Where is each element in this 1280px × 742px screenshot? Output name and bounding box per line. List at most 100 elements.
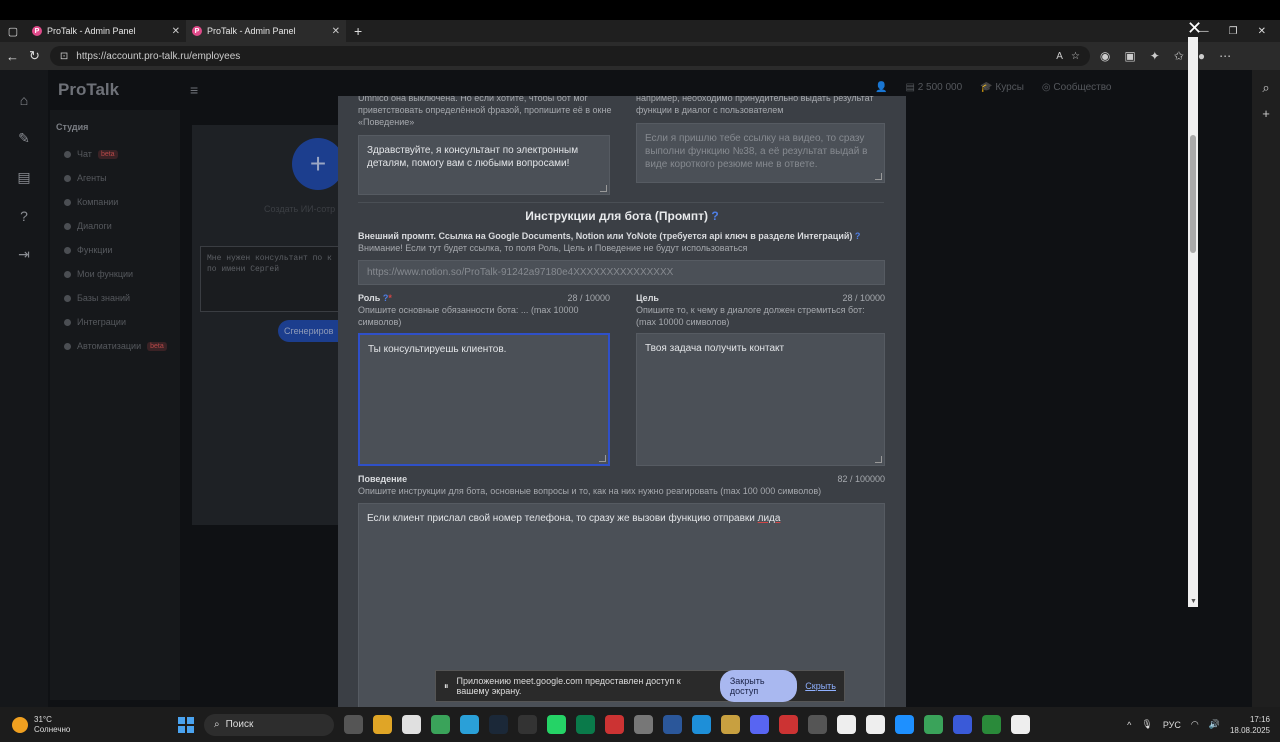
menu-icon[interactable]: ≡ [190, 82, 198, 98]
wifi-icon[interactable]: ◠ [1191, 719, 1199, 730]
notion-icon[interactable] [866, 715, 885, 734]
extensions-icon[interactable]: ✦ [1150, 49, 1160, 63]
favorites-icon[interactable]: ✩ [1174, 49, 1184, 63]
home-icon[interactable]: ⌂ [0, 92, 48, 108]
behavior-counter: 82 / 100000 [837, 474, 885, 484]
logout-icon[interactable]: ⇥ [0, 246, 48, 263]
sidebar-item-my-functions[interactable]: Мои функции [50, 262, 180, 286]
sidebar-item-chat[interactable]: Чат beta [50, 142, 180, 166]
app-icon[interactable] [721, 715, 740, 734]
windows-start-icon[interactable] [178, 716, 194, 733]
external-prompt-input[interactable]: https://www.notion.so/ProTalk-91242a9718… [358, 260, 885, 285]
chrome-icon[interactable] [431, 715, 450, 734]
scrollbar-thumb[interactable] [1190, 135, 1196, 253]
taskbar-apps [344, 715, 1030, 734]
hide-link[interactable]: Скрыть [805, 681, 836, 691]
scroll-down-icon[interactable]: ▼ [1190, 598, 1197, 605]
help-icon[interactable]: ? [711, 209, 718, 223]
sidebar-item-knowledge[interactable]: Базы знаний [50, 286, 180, 310]
app-icon[interactable] [576, 715, 595, 734]
app-icon[interactable] [895, 715, 914, 734]
sidebar-item-agents[interactable]: Агенты [50, 166, 180, 190]
courses-link[interactable]: 🎓 Курсы [980, 82, 1024, 93]
help-icon[interactable]: ? [0, 208, 48, 224]
browser-tab-1[interactable]: P ProTalk - Admin Panel ✕ [26, 20, 186, 42]
goal-counter: 28 / 10000 [842, 293, 885, 303]
telegram-icon[interactable] [460, 715, 479, 734]
url-field[interactable]: ⊡ https://account.pro-talk.ru/employees … [49, 46, 1090, 66]
calculator-icon[interactable] [518, 715, 537, 734]
app-icon[interactable] [634, 715, 653, 734]
sidebar-item-label: Диалоги [77, 221, 112, 231]
browser-tab-2[interactable]: P ProTalk - Admin Panel ✕ [186, 20, 346, 42]
app-icon[interactable] [779, 715, 798, 734]
generate-button[interactable]: Сгенериров [278, 320, 342, 342]
mic-icon[interactable]: 🎙 [1141, 719, 1152, 730]
clock[interactable]: 17:16 18.08.2025 [1230, 714, 1270, 736]
sidebar-item-companies[interactable]: Компании [50, 190, 180, 214]
add-icon[interactable]: + [1252, 106, 1280, 121]
yandex-icon[interactable] [402, 715, 421, 734]
greeting-textarea[interactable]: Здравствуйте, я консультант по электронн… [358, 135, 610, 195]
modal-scrollbar[interactable]: ▼ [1188, 37, 1198, 607]
refresh-icon[interactable]: ↻ [29, 48, 40, 64]
opera-icon[interactable] [605, 715, 624, 734]
volume-icon[interactable]: 🔊 [1209, 719, 1220, 730]
address-bar: ← ↻ ⊡ https://account.pro-talk.ru/employ… [0, 42, 1280, 70]
my-functions-icon [64, 270, 71, 278]
new-tab-icon[interactable]: + [346, 23, 370, 39]
close-tab-icon[interactable]: ✕ [172, 26, 180, 37]
edge-icon[interactable] [692, 715, 711, 734]
library-icon[interactable]: ▤ [0, 169, 48, 186]
xbox-icon[interactable] [982, 715, 1001, 734]
more-icon[interactable]: ⋯ [1219, 49, 1231, 63]
taskbar-search[interactable]: ⌕ Поиск [204, 713, 334, 736]
extension-icon[interactable]: ◉ [1100, 49, 1110, 63]
tab-title: ProTalk - Admin Panel [207, 26, 296, 36]
language-indicator[interactable]: РУС [1163, 720, 1181, 730]
nvidia-icon[interactable] [924, 715, 943, 734]
chart-app-icon[interactable] [953, 715, 972, 734]
back-icon[interactable]: ← [6, 49, 19, 64]
maximize-icon[interactable]: ❐ [1229, 26, 1238, 37]
role-textarea[interactable]: Ты консультируешь клиентов. [358, 333, 610, 466]
close-tab-icon[interactable]: ✕ [332, 26, 340, 37]
capcut-icon[interactable] [837, 715, 856, 734]
discord-icon[interactable] [750, 715, 769, 734]
search-label: Поиск [225, 719, 254, 730]
search-icon[interactable]: ⌕ [1252, 80, 1280, 96]
explorer-icon[interactable] [373, 715, 392, 734]
favorite-icon[interactable]: ☆ [1071, 51, 1080, 62]
users-icon[interactable]: 👤 [875, 82, 887, 93]
edit-icon[interactable]: ✎ [0, 130, 48, 147]
site-info-icon[interactable]: ⊡ [60, 51, 68, 62]
stop-sharing-button[interactable]: Закрыть доступ [719, 670, 798, 702]
create-agent-plus-icon[interactable]: + [292, 138, 344, 190]
whatsapp-icon[interactable] [547, 715, 566, 734]
close-modal-icon[interactable]: ✕ [1187, 18, 1202, 39]
protalk-favicon-icon: P [32, 26, 42, 36]
community-link[interactable]: ◎ Сообщество [1042, 82, 1112, 93]
capcut-icon[interactable] [1011, 715, 1030, 734]
function-textarea[interactable]: Если я пришлю тебе ссылку на видео, то с… [636, 123, 885, 183]
profile-icon[interactable]: ● [1198, 49, 1205, 63]
help-icon[interactable]: ? [855, 231, 861, 241]
collections-icon[interactable]: ▣ [1124, 49, 1135, 63]
steam-icon[interactable] [489, 715, 508, 734]
beta-badge: beta [147, 341, 167, 351]
read-aloud-icon[interactable]: A [1056, 51, 1063, 62]
share-text: Приложению meet.google.com предоставлен … [456, 676, 681, 696]
word-icon[interactable] [663, 715, 682, 734]
close-window-icon[interactable]: ✕ [1258, 26, 1266, 37]
sidebar-item-dialogs[interactable]: Диалоги [50, 214, 180, 238]
task-view-icon[interactable] [344, 715, 363, 734]
sidebar-item-automations[interactable]: Автоматизации beta [50, 334, 180, 358]
sidebar-item-label: Базы знаний [77, 293, 131, 303]
chevron-up-icon[interactable]: ^ [1127, 720, 1131, 730]
tab-actions-icon[interactable]: ▢ [0, 20, 26, 42]
app-icon[interactable] [808, 715, 827, 734]
sidebar-item-integrations[interactable]: Интеграции [50, 310, 180, 334]
goal-textarea[interactable]: Твоя задача получить контакт [636, 333, 885, 466]
weather-widget[interactable]: 31°C Солнечно [0, 715, 170, 735]
sidebar-item-functions[interactable]: Функции [50, 238, 180, 262]
